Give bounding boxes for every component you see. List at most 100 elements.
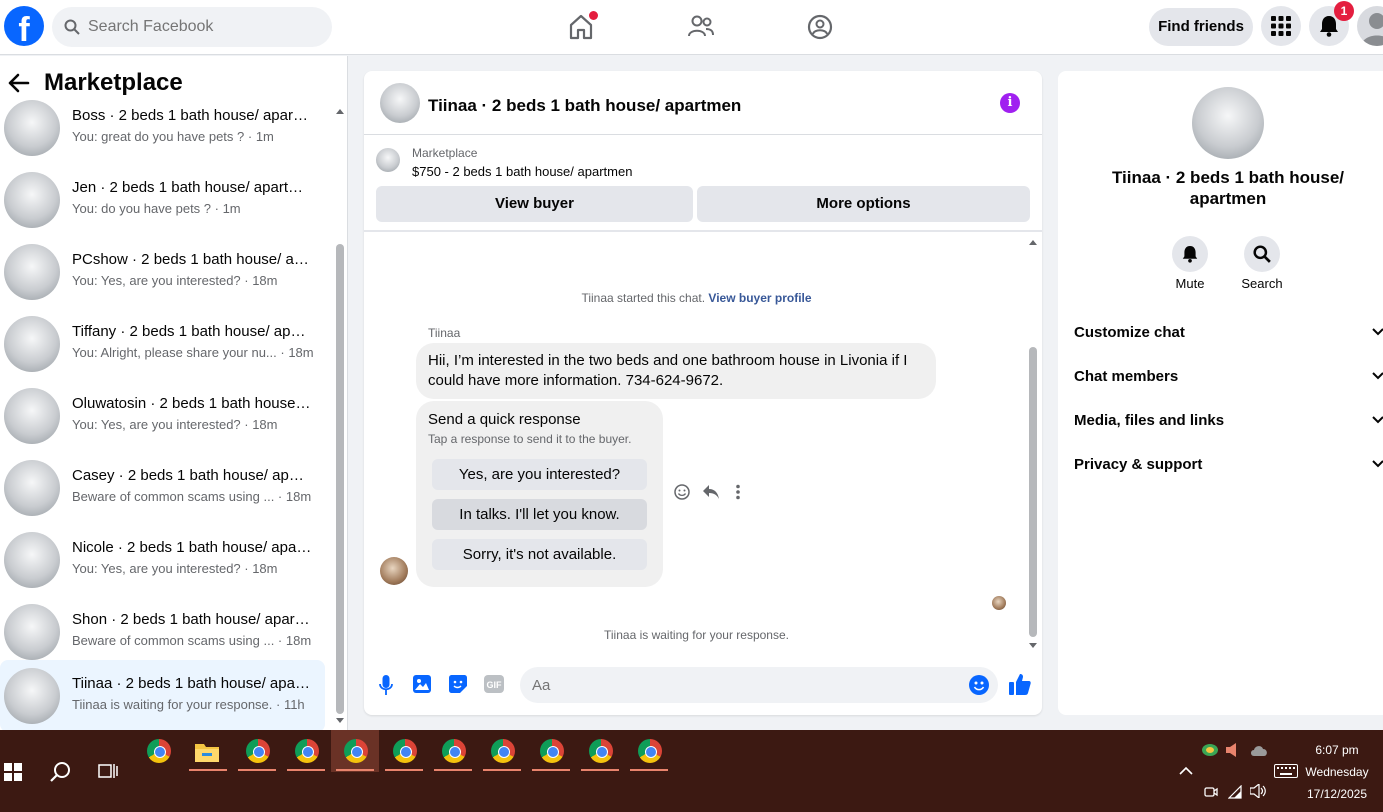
sticker-icon[interactable] [449, 675, 467, 693]
details-title: Tiinaa · 2 beds 1 bath house/ apartmen [1111, 168, 1345, 208]
search-in-chat-button[interactable] [1244, 236, 1280, 272]
search-icon [1253, 245, 1271, 263]
mute-label: Mute [1175, 276, 1205, 291]
chat-started-notice: Tiinaa started this chat. View buyer pro… [364, 291, 1029, 305]
network-status-icon[interactable] [1201, 743, 1219, 757]
incoming-message-bubble[interactable]: Hii, I’m interested in the two beds and … [416, 343, 936, 399]
conversation-item[interactable]: Casey · 2 beds 1 bath house/ apartmen Bew… [0, 452, 325, 524]
meet-now-icon[interactable] [1204, 785, 1218, 799]
conversation-item-active[interactable]: Tiinaa · 2 beds 1 bath house/ apartmen Ti… [0, 660, 325, 730]
volume-icon[interactable] [1250, 784, 1266, 798]
chrome-profile-icon[interactable] [589, 739, 613, 763]
windows-start-icon[interactable] [4, 763, 22, 781]
chrome-profile-icon[interactable] [491, 739, 515, 763]
keyboard-icon[interactable] [1274, 764, 1298, 778]
seen-receipt-avatar [992, 596, 1006, 610]
more-options-button[interactable]: More options [697, 186, 1030, 222]
chat-title[interactable]: Tiinaa · 2 beds 1 bath house/ apartmen [428, 96, 741, 116]
message-input-box[interactable] [520, 667, 998, 703]
scrollbar-thumb[interactable] [336, 244, 344, 714]
listing-thumbnail [376, 148, 400, 172]
conversation-item[interactable]: Nicole · 2 beds 1 bath house/ apartmen Yo… [0, 524, 325, 596]
taskbar-search-icon[interactable] [50, 761, 72, 783]
photo-icon[interactable] [413, 675, 431, 693]
conversation-item[interactable]: Tiffany · 2 beds 1 bath house/ apartmen Y… [0, 308, 325, 380]
conversation-snippet: Beware of common scams using ... · 18m [72, 489, 312, 504]
info-icon[interactable]: i [1000, 93, 1020, 113]
conversation-name: Nicole · 2 beds 1 bath house/ apartmen [72, 539, 312, 556]
menu-button[interactable] [1261, 6, 1301, 46]
marketplace-conversation-list: Marketplace Boss · 2 beds 1 bath house/ … [0, 56, 348, 730]
chat-avatar[interactable] [380, 83, 420, 123]
thumbs-up-icon[interactable] [1009, 673, 1031, 695]
view-buyer-profile-link[interactable]: View buyer profile [708, 291, 811, 305]
privacy-support-row[interactable]: Privacy & support [1074, 456, 1383, 486]
chrome-profile-icon[interactable] [638, 739, 662, 763]
chrome-profile-icon[interactable] [540, 739, 564, 763]
back-arrow-icon[interactable] [8, 73, 30, 93]
gif-icon[interactable]: GIF [484, 675, 504, 693]
listing-thumbnail [4, 532, 60, 588]
mute-button[interactable] [1172, 236, 1208, 272]
profile-avatar[interactable] [1357, 6, 1383, 46]
chat-profile-avatar[interactable] [1192, 87, 1264, 159]
conversation-snippet: Beware of common scams using ... · 18m [72, 633, 312, 648]
message-sender-name: Tiinaa [428, 326, 461, 340]
react-emoji-icon[interactable] [674, 484, 690, 500]
reply-icon[interactable] [702, 484, 720, 500]
search-input[interactable] [88, 7, 323, 47]
show-hidden-icons-chevron[interactable] [1179, 766, 1193, 775]
section-label: Media, files and links [1074, 412, 1225, 429]
message-input[interactable] [532, 667, 952, 703]
wifi-icon[interactable] [1228, 785, 1242, 799]
bell-icon [1320, 16, 1338, 37]
groups-icon[interactable] [805, 12, 835, 42]
scroll-down-arrow-icon[interactable] [1029, 643, 1037, 649]
more-actions-icon[interactable] [736, 484, 740, 500]
customize-chat-row[interactable]: Customize chat [1074, 324, 1383, 354]
chrome-profile-icon[interactable] [442, 739, 466, 763]
scroll-down-arrow-icon[interactable] [336, 718, 344, 724]
conversation-item[interactable]: PCshow · 2 beds 1 bath house/ apartmen Yo… [0, 236, 325, 308]
task-view-icon[interactable] [98, 762, 118, 780]
friends-icon[interactable] [686, 12, 716, 42]
chrome-profile-icon[interactable] [344, 739, 368, 763]
taskbar-date[interactable]: 17/12/2025 [1300, 787, 1374, 801]
speaker-muted-icon[interactable] [1226, 743, 1238, 757]
chat-scrollbar[interactable] [1028, 239, 1038, 651]
conversation-list-scrollbar[interactable] [335, 104, 345, 724]
find-friends-button[interactable]: Find friends [1149, 8, 1253, 46]
section-label: Customize chat [1074, 324, 1185, 341]
chrome-profile-icon[interactable] [393, 739, 417, 763]
conversation-item[interactable]: Shon · 2 beds 1 bath house/ apartmen Bewa… [0, 596, 325, 668]
file-explorer-icon[interactable] [195, 742, 219, 762]
view-buyer-button[interactable]: View buyer [376, 186, 693, 222]
chrome-profile-icon[interactable] [246, 739, 270, 763]
quick-response-button[interactable]: In talks. I'll let you know. [432, 499, 647, 530]
conversation-item[interactable]: Jen · 2 beds 1 bath house/ apartmen You: … [0, 164, 325, 236]
media-files-links-row[interactable]: Media, files and links [1074, 412, 1383, 442]
sender-avatar[interactable] [380, 557, 408, 585]
chrome-profile-icon[interactable] [295, 739, 319, 763]
scroll-up-arrow-icon[interactable] [1029, 239, 1037, 245]
chrome-icon[interactable] [147, 739, 171, 763]
chat-header: Tiinaa · 2 beds 1 bath house/ apartmen i [364, 71, 1042, 135]
conversation-item[interactable]: Boss · 2 beds 1 bath house/ apartmen You:… [0, 92, 325, 164]
quick-response-button[interactable]: Sorry, it's not available. [432, 539, 647, 570]
listing-source: Marketplace [412, 146, 478, 160]
quick-response-button[interactable]: Yes, are you interested? [432, 459, 647, 490]
microphone-icon[interactable] [379, 675, 393, 695]
facebook-logo[interactable]: f [4, 6, 44, 46]
taskbar-time[interactable]: 6:07 pm [1300, 743, 1374, 757]
scroll-up-arrow-icon[interactable] [336, 108, 344, 114]
conversation-item[interactable]: Oluwatosin · 2 beds 1 bath house/ apartm… [0, 380, 325, 452]
emoji-icon[interactable] [969, 675, 989, 695]
app-running-indicator [287, 769, 325, 771]
taskbar-day[interactable]: Wednesday [1300, 765, 1374, 779]
section-label: Privacy & support [1074, 456, 1203, 473]
scrollbar-thumb[interactable] [1029, 347, 1037, 637]
top-navigation-bar: f Find friends 1 [0, 0, 1383, 55]
chat-members-row[interactable]: Chat members [1074, 368, 1383, 398]
cloud-icon[interactable] [1250, 744, 1268, 756]
search-box[interactable] [52, 7, 332, 47]
